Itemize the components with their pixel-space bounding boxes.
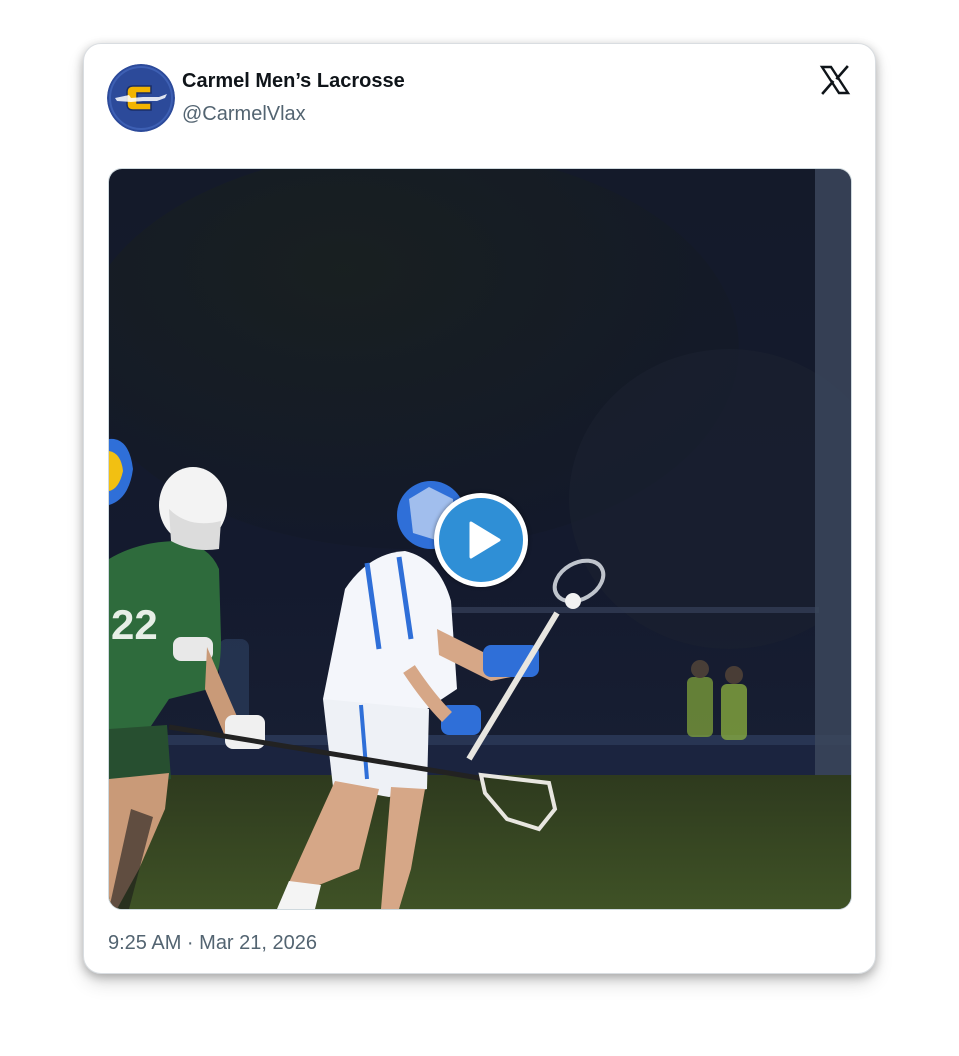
tweet-card[interactable]: Carmel Men’s Lacrosse @CarmelVlax 22 9:2… xyxy=(83,43,876,974)
carmel-c-logo-icon xyxy=(107,64,175,132)
x-logo-icon[interactable] xyxy=(819,64,851,96)
video-media[interactable]: 22 xyxy=(108,168,852,910)
svg-text:22: 22 xyxy=(111,601,158,648)
play-button[interactable] xyxy=(434,493,528,587)
play-icon xyxy=(469,521,501,559)
author-name[interactable]: Carmel Men’s Lacrosse xyxy=(182,70,405,93)
author-handle[interactable]: @CarmelVlax xyxy=(182,103,306,126)
author-avatar[interactable] xyxy=(107,64,175,132)
tweet-timestamp[interactable]: 9:25 AM · Mar 21, 2026 xyxy=(108,932,317,955)
